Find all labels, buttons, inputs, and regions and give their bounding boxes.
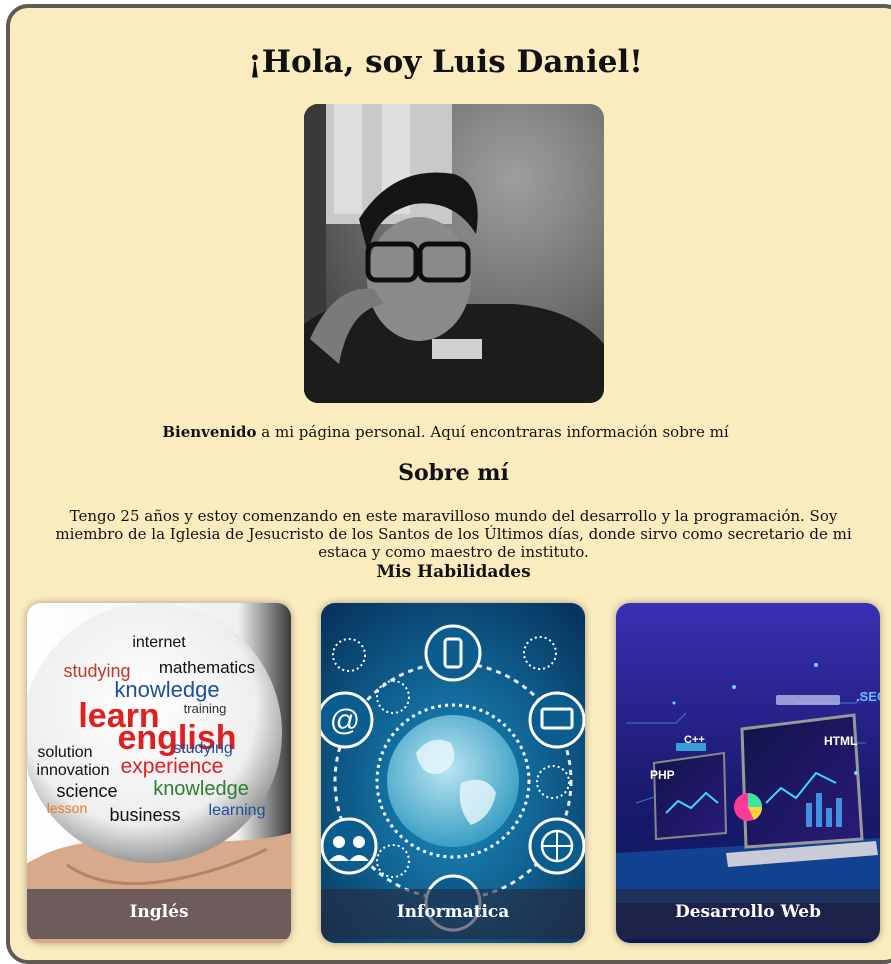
word-innovation: innovation bbox=[37, 762, 110, 779]
welcome-text: Bienvenido a mi página personal. Aquí en… bbox=[0, 423, 891, 441]
code-label-cpp: C++ bbox=[684, 734, 705, 746]
skill-card-desarrollo-web[interactable]: C++ HTML PHP .SEO Desarrollo Web bbox=[616, 603, 880, 943]
about-paragraph: Tengo 25 años y estoy comenzando en este… bbox=[55, 507, 852, 561]
skill-card-informatica[interactable]: @ Informatica bbox=[321, 603, 585, 943]
word-experience: experience bbox=[121, 755, 224, 778]
word-business: business bbox=[109, 805, 180, 825]
svg-text:@: @ bbox=[330, 704, 360, 737]
page-title: ¡Hola, soy Luis Daniel! bbox=[248, 44, 643, 80]
about-heading: Sobre mí bbox=[398, 460, 509, 486]
code-label-php: PHP bbox=[650, 768, 675, 782]
code-label-html: HTML bbox=[824, 734, 857, 748]
word-lesson: lesson bbox=[47, 800, 87, 816]
word-solution: solution bbox=[37, 744, 92, 761]
word-science: science bbox=[56, 781, 117, 801]
word-learning: learning bbox=[209, 802, 266, 819]
welcome-strong: Bienvenido bbox=[162, 423, 257, 441]
word-training: training bbox=[184, 701, 227, 716]
code-label-seo: .SEO bbox=[856, 689, 880, 704]
skill-card-ingles[interactable]: studying internet mathematics knowledge … bbox=[27, 603, 291, 943]
word-internet: internet bbox=[132, 634, 186, 651]
skills-heading: Mis Habilidades bbox=[376, 562, 531, 582]
word-knowledge-2: knowledge bbox=[153, 778, 249, 800]
skill-label-informatica: Informatica bbox=[321, 889, 585, 939]
welcome-rest: a mi página personal. Aquí encontraras i… bbox=[256, 423, 729, 441]
word-mathematics: mathematics bbox=[159, 658, 255, 677]
profile-photo bbox=[304, 104, 604, 403]
skill-label-ingles: Inglés bbox=[27, 889, 291, 939]
skill-label-desarrollo-web: Desarrollo Web bbox=[616, 889, 880, 939]
